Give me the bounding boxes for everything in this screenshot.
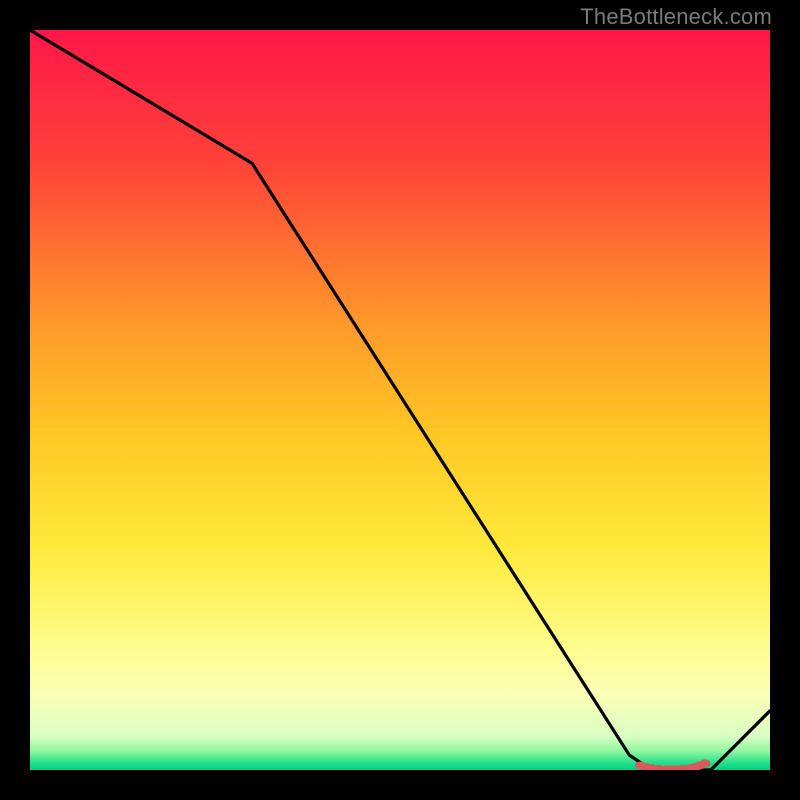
chart-svg: [30, 30, 770, 770]
marker-dot: [699, 759, 710, 767]
gradient-background: [30, 30, 770, 770]
plot-area: [30, 30, 770, 770]
attribution-label: TheBottleneck.com: [580, 4, 772, 30]
chart-frame: TheBottleneck.com: [0, 0, 800, 800]
